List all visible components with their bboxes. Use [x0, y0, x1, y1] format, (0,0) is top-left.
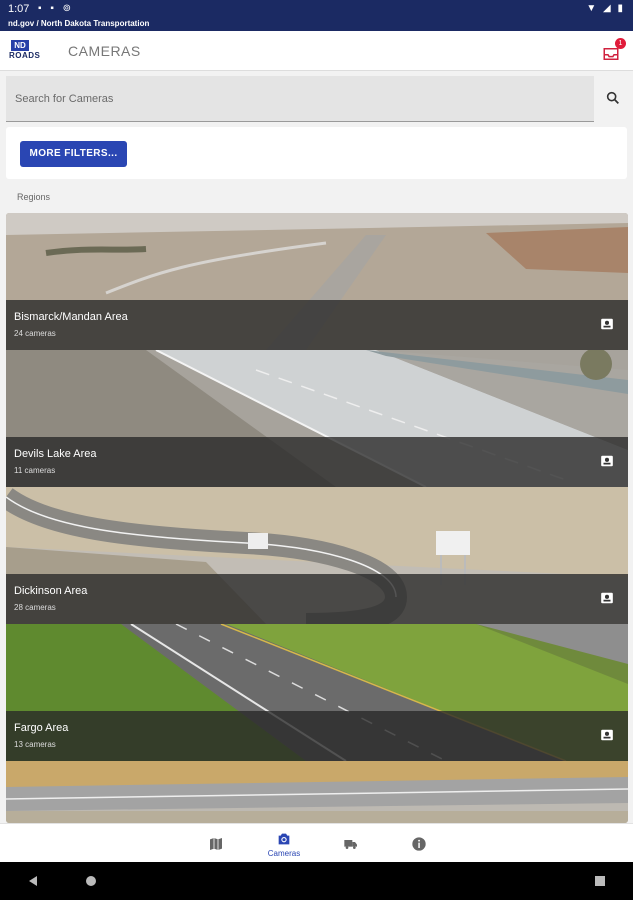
- camera-count: 28 cameras: [14, 603, 56, 612]
- search-input[interactable]: [6, 76, 594, 122]
- camera-count: 24 cameras: [14, 329, 56, 338]
- region-name: Devils Lake Area: [14, 448, 97, 460]
- region-name: Bismarck/Mandan Area: [14, 311, 128, 323]
- regions-heading: Regions: [17, 192, 51, 202]
- camera-favorite-icon[interactable]: [600, 454, 614, 468]
- camera-count: 11 cameras: [14, 466, 56, 475]
- app-bar: ND ROADS CAMERAS 1: [0, 31, 633, 71]
- region-overlay: Devils Lake Area 11 cameras: [6, 437, 628, 487]
- status-url: nd.gov / North Dakota Transportation: [8, 19, 150, 28]
- camera-favorite-icon[interactable]: [600, 591, 614, 605]
- system-status-icons: ▼ ◢ ▮: [586, 3, 625, 14]
- camera-favorite-icon[interactable]: [600, 317, 614, 331]
- region-list: Bismarck/Mandan Area 24 cameras Devils L…: [6, 213, 628, 823]
- region-name: Fargo Area: [14, 722, 69, 734]
- region-card-partial[interactable]: [6, 761, 628, 823]
- inbox-button[interactable]: 1: [601, 38, 626, 63]
- recents-icon[interactable]: [594, 875, 606, 887]
- status-bar: 1:07 ▪ ▪ ⊚ nd.gov / North Dakota Transpo…: [0, 0, 633, 31]
- camera-image: [6, 761, 628, 823]
- nav-map[interactable]: [191, 824, 241, 863]
- nav-trucking[interactable]: [326, 824, 376, 863]
- filter-card: MORE FILTERS...: [6, 127, 627, 179]
- bottom-nav: Cameras: [0, 823, 633, 862]
- info-icon: [412, 837, 426, 851]
- search-row: [6, 76, 627, 122]
- region-card-bismarck-mandan[interactable]: Bismarck/Mandan Area 24 cameras: [6, 213, 628, 350]
- region-card-fargo[interactable]: Fargo Area 13 cameras: [6, 624, 628, 761]
- camera-count: 13 cameras: [14, 740, 56, 749]
- nav-cameras[interactable]: Cameras: [259, 824, 309, 863]
- system-nav-bar: [0, 862, 633, 900]
- nav-info[interactable]: [394, 824, 444, 863]
- nd-roads-logo[interactable]: ND ROADS: [9, 40, 47, 62]
- nav-cameras-label: Cameras: [267, 849, 301, 858]
- logo-roads: ROADS: [9, 51, 41, 60]
- page-title: CAMERAS: [68, 43, 141, 59]
- home-icon[interactable]: [85, 875, 97, 887]
- back-icon[interactable]: [27, 875, 39, 887]
- region-card-dickinson[interactable]: Dickinson Area 28 cameras: [6, 487, 628, 624]
- region-name: Dickinson Area: [14, 585, 88, 597]
- region-card-devils-lake[interactable]: Devils Lake Area 11 cameras: [6, 350, 628, 487]
- status-time: 1:07: [8, 3, 30, 15]
- camera-favorite-icon[interactable]: [600, 728, 614, 742]
- truck-icon: [344, 840, 357, 849]
- camera-icon: [278, 833, 290, 845]
- more-filters-button[interactable]: MORE FILTERS...: [20, 141, 127, 167]
- notification-icons: ▪ ▪ ⊚: [38, 3, 75, 14]
- logo-nd: ND: [11, 40, 29, 51]
- region-overlay: Fargo Area 13 cameras: [6, 711, 628, 761]
- search-icon[interactable]: [605, 90, 621, 106]
- inbox-badge: 1: [615, 38, 626, 49]
- region-overlay: Dickinson Area 28 cameras: [6, 574, 628, 624]
- region-overlay: Bismarck/Mandan Area 24 cameras: [6, 300, 628, 350]
- map-icon: [210, 838, 222, 850]
